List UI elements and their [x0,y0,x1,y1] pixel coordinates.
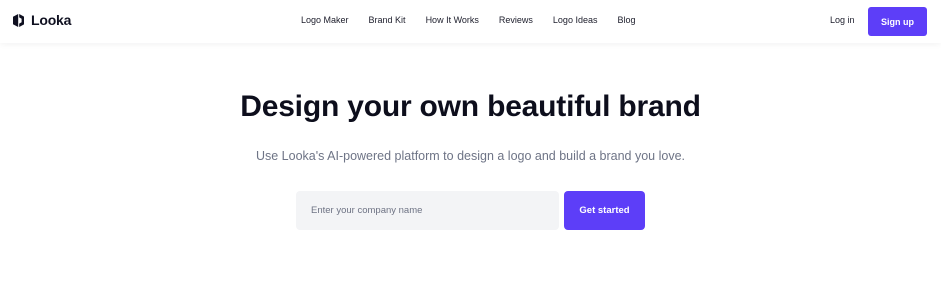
top-navigation-bar: Looka Logo Maker Brand Kit How It Works … [0,0,941,43]
signup-button[interactable]: Sign up [868,7,927,36]
main-nav: Logo Maker Brand Kit How It Works Review… [301,14,635,26]
nav-reviews[interactable]: Reviews [499,14,533,26]
company-name-input[interactable] [296,191,559,230]
nav-logo-ideas[interactable]: Logo Ideas [553,14,598,26]
company-name-form: Get started [296,191,645,230]
brand-name: Looka [31,12,72,28]
login-link[interactable]: Log in [830,14,855,26]
nav-how-it-works[interactable]: How It Works [426,14,479,26]
nav-blog[interactable]: Blog [617,14,635,26]
page: Looka Logo Maker Brand Kit How It Works … [0,0,941,282]
nav-logo-maker[interactable]: Logo Maker [301,14,349,26]
brand-logo-link[interactable]: Looka [12,12,71,28]
hero-title: Design your own beautiful brand [240,90,701,123]
hero-subtitle: Use Looka's AI-powered platform to desig… [255,149,686,163]
looka-logo-icon [13,13,24,27]
nav-brand-kit[interactable]: Brand Kit [369,14,406,26]
get-started-button[interactable]: Get started [564,191,645,230]
